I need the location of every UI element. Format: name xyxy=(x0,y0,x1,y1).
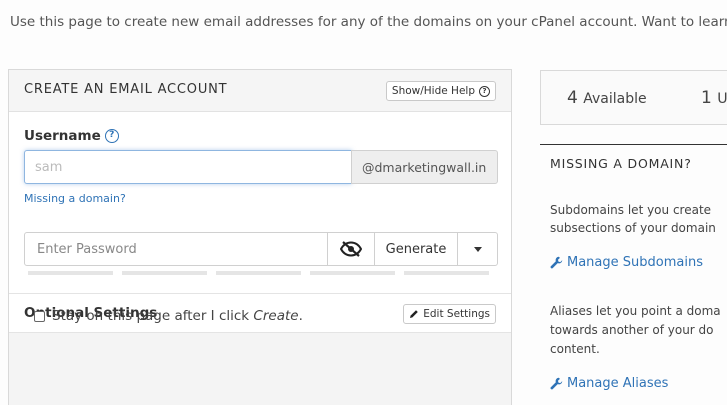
edit-settings-label: Edit Settings xyxy=(423,308,490,320)
username-label-text: Username xyxy=(24,128,101,144)
manage-subdomains-label: Manage Subdomains xyxy=(567,255,703,270)
pencil-icon xyxy=(410,310,419,318)
password-strength-segment xyxy=(404,271,489,275)
available-count: 4 xyxy=(567,88,578,108)
used-stat: 1 U xyxy=(701,88,727,108)
stay-on-page-option[interactable]: Stay on this page after I click Create. xyxy=(34,308,303,324)
wrench-icon xyxy=(550,377,563,390)
question-circle-icon: ? xyxy=(479,85,490,97)
stay-text-emphasis: Create xyxy=(253,308,299,324)
subdomains-description: subsections of your domain xyxy=(550,221,716,235)
username-label: Username ? xyxy=(24,128,119,144)
domain-suffix: @dmarketingwall.in xyxy=(351,150,498,184)
subdomains-description: Subdomains let you create xyxy=(550,203,712,217)
wrench-icon xyxy=(550,256,563,269)
generate-password-button[interactable]: Generate xyxy=(374,232,458,266)
show-hide-help-label: Show/Hide Help xyxy=(391,85,475,97)
toggle-password-visibility-button[interactable] xyxy=(327,232,375,266)
edit-settings-button[interactable]: Edit Settings xyxy=(403,304,496,324)
used-count: 1 xyxy=(701,88,712,108)
used-label: U xyxy=(717,91,727,107)
missing-domain-title: MISSING A DOMAIN? xyxy=(550,156,692,171)
aliases-description: towards another of your do xyxy=(550,323,714,337)
divider xyxy=(9,293,511,294)
show-hide-help-button[interactable]: Show/Hide Help ? xyxy=(385,81,496,101)
manage-aliases-label: Manage Aliases xyxy=(567,376,669,391)
password-strength-segment xyxy=(122,271,207,275)
available-label: Available xyxy=(583,91,647,107)
manage-subdomains-link[interactable]: Manage Subdomains xyxy=(550,255,703,270)
account-stats: 4 Available 1 U xyxy=(540,70,727,125)
stay-on-page-checkbox[interactable] xyxy=(34,310,45,322)
aliases-description: content. xyxy=(550,342,600,356)
missing-domain-link[interactable]: Missing a domain? xyxy=(24,192,126,205)
aliases-description: Aliases let you point a doma xyxy=(550,304,721,318)
optional-settings-footer xyxy=(9,332,511,405)
divider xyxy=(540,144,727,145)
username-input[interactable] xyxy=(24,150,352,184)
caret-down-icon xyxy=(473,246,482,252)
panel-title: CREATE AN EMAIL ACCOUNT xyxy=(24,82,228,97)
generate-options-dropdown[interactable] xyxy=(457,232,498,266)
stay-text-prefix: Stay on this page after I click xyxy=(52,308,254,324)
create-email-panel: CREATE AN EMAIL ACCOUNT Show/Hide Help ?… xyxy=(8,69,512,405)
password-strength-segment xyxy=(216,271,301,275)
eye-slash-icon xyxy=(340,241,362,257)
intro-text: Use this page to create new email addres… xyxy=(10,14,727,30)
stay-text-suffix: . xyxy=(298,308,303,324)
stay-on-page-label: Stay on this page after I click Create. xyxy=(52,308,303,324)
username-help-icon[interactable]: ? xyxy=(104,129,119,143)
manage-aliases-link[interactable]: Manage Aliases xyxy=(550,376,668,391)
panel-header: CREATE AN EMAIL ACCOUNT Show/Hide Help ? xyxy=(9,70,511,112)
available-stat: 4 Available xyxy=(567,88,647,108)
password-strength-segment xyxy=(28,271,113,275)
password-strength-segment xyxy=(310,271,395,275)
password-input[interactable] xyxy=(24,232,328,266)
